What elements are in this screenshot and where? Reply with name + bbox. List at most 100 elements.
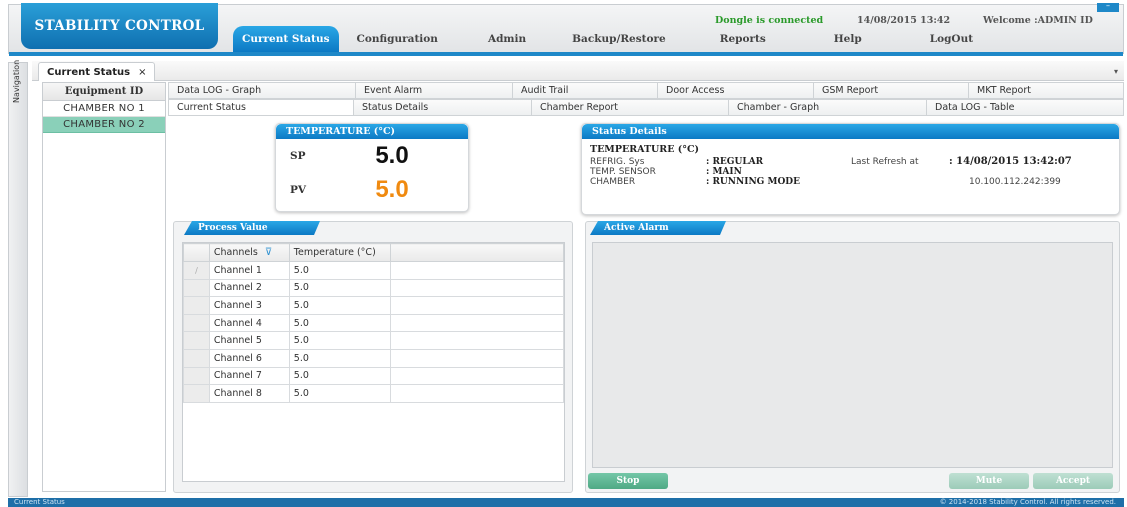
nav-help[interactable]: Help (826, 26, 870, 52)
channel-cell: Channel 2 (208, 278, 290, 298)
status-value-chamber: : RUNNING MODE (706, 177, 800, 187)
tab-current-status[interactable]: Current Status (168, 99, 354, 116)
doc-tab-label: Current Status (47, 66, 131, 78)
navigation-strip[interactable]: Navigation (8, 59, 28, 497)
stop-button[interactable]: Stop (588, 473, 668, 489)
sp-row: SP 5.0 (276, 139, 468, 173)
pv-row: PV 5.0 (276, 173, 468, 207)
temperature-title: TEMPERATURE (°C) (276, 124, 468, 139)
channel-cell: Channel 5 (208, 331, 290, 350)
last-refresh-value: : 14/08/2015 13:42:07 (949, 156, 1072, 167)
nav-admin[interactable]: Admin (480, 26, 534, 52)
header-accent-strip (9, 52, 1123, 56)
sp-label: SP (290, 150, 306, 162)
tab-mkt-report[interactable]: MKT Report (969, 82, 1124, 99)
equipment-item-chamber-2[interactable]: CHAMBER NO 2 (43, 117, 165, 133)
filter-icon[interactable]: ⊽ (265, 247, 272, 258)
table-row[interactable]: Channel 4 5.0 (183, 313, 565, 333)
pv-label: PV (290, 184, 307, 196)
status-key-chamber: CHAMBER (590, 177, 636, 187)
table-row[interactable]: Channel 2 5.0 (183, 278, 565, 298)
equipment-item-chamber-1[interactable]: CHAMBER NO 1 (43, 101, 165, 117)
table-row[interactable]: Channel 7 5.0 (183, 366, 565, 386)
status-details-card: Status Details TEMPERATURE (°C) REFRIG. … (581, 123, 1120, 215)
pv-value: 5.0 (375, 176, 409, 203)
column-header-empty (389, 243, 565, 262)
equipment-header: Equipment ID (43, 83, 165, 101)
status-details-title: Status Details (582, 124, 1119, 139)
temperature-cell: 5.0 (288, 366, 391, 386)
welcome-user: Welcome :ADMIN ID (983, 15, 1093, 26)
nav-logout[interactable]: LogOut (922, 26, 981, 52)
temperature-cell: 5.0 (288, 296, 391, 315)
app-logo: STABILITY CONTROL (21, 3, 218, 49)
status-section-title: TEMPERATURE (°C) (590, 144, 700, 155)
header-datetime: 14/08/2015 13:42 (857, 15, 951, 26)
row-indicator-icon: ∕ (183, 261, 210, 280)
status-key-refrig: REFRIG. Sys (590, 157, 645, 167)
active-alarm-title: Active Alarm (590, 221, 726, 235)
temperature-cell: 5.0 (288, 313, 391, 333)
temperature-cell: 5.0 (288, 348, 391, 368)
status-bar: Current Status © 2014-2018 Stability Con… (8, 498, 1124, 507)
accept-button[interactable]: Accept (1033, 473, 1113, 489)
column-header-temperature[interactable]: Temperature (°C) (288, 243, 391, 262)
temperature-cell: 5.0 (288, 384, 391, 403)
channel-cell: Channel 1 (208, 261, 290, 280)
channel-cell: Channel 6 (208, 348, 290, 368)
nav-reports[interactable]: Reports (712, 26, 774, 52)
table-row[interactable]: Channel 5 5.0 (183, 331, 565, 350)
channel-cell: Channel 3 (208, 296, 290, 315)
tab-chamber-graph[interactable]: Chamber - Graph (729, 99, 927, 116)
channel-cell: Channel 7 (208, 366, 290, 386)
tab-audit-trail[interactable]: Audit Trail (513, 82, 658, 99)
sp-value: 5.0 (375, 142, 409, 169)
document-tabbar: Current Status × ▾ (32, 61, 1124, 81)
navigation-label: Navigation (12, 59, 21, 103)
nav-backup-restore[interactable]: Backup/Restore (564, 26, 674, 52)
status-key-sensor: TEMP. SENSOR (590, 167, 656, 177)
main-content: TEMPERATURE (°C) SP 5.0 PV 5.0 Status De… (168, 117, 1124, 497)
temperature-cell: 5.0 (288, 261, 391, 280)
last-refresh-label: Last Refresh at (851, 157, 919, 167)
copyright-text: © 2014-2018 Stability Control. All right… (939, 498, 1116, 506)
tab-door-access[interactable]: Door Access (658, 82, 814, 99)
temperature-cell: 5.0 (288, 331, 391, 350)
nav-current-status[interactable]: Current Status (233, 26, 339, 52)
minimize-button[interactable]: – (1097, 2, 1119, 12)
close-icon[interactable]: × (138, 67, 146, 78)
dongle-status: Dongle is connected (715, 15, 824, 26)
chamber-ip-address: 10.100.112.242:399 (969, 177, 1061, 187)
process-value-title: Process Value (184, 221, 320, 235)
doc-tab-current-status[interactable]: Current Status × (38, 62, 156, 81)
tab-data-log-graph[interactable]: Data LOG - Graph (168, 82, 356, 99)
table-header-row: Channels ⊽ Temperature (°C) (183, 243, 565, 262)
status-value-refrig: : REGULAR (706, 157, 764, 167)
nav-configuration[interactable]: Configuration (349, 26, 446, 52)
process-value-panel: Process Value Channels ⊽ Temperature (°C… (173, 221, 573, 493)
top-navigation: Current Status Configuration Admin Backu… (233, 26, 981, 52)
tab-event-alarm[interactable]: Event Alarm (356, 82, 513, 99)
tab-status-details[interactable]: Status Details (354, 99, 532, 116)
process-value-grid: Channels ⊽ Temperature (°C) ∕ Channel 1 … (182, 242, 565, 482)
tab-data-log-table[interactable]: Data LOG - Table (927, 99, 1124, 116)
row-indicator-header (183, 243, 210, 262)
tab-chamber-report[interactable]: Chamber Report (532, 99, 729, 116)
equipment-panel: Equipment ID CHAMBER NO 1 CHAMBER NO 2 (42, 82, 166, 492)
alarm-list[interactable] (592, 242, 1113, 468)
table-row[interactable]: Channel 6 5.0 (183, 348, 565, 368)
mute-button[interactable]: Mute (949, 473, 1029, 489)
channel-cell: Channel 8 (208, 384, 290, 403)
active-alarm-panel: Active Alarm Stop Mute Accept (585, 221, 1120, 493)
status-bar-left: Current Status (14, 498, 65, 506)
tab-gsm-report[interactable]: GSM Report (814, 82, 969, 99)
column-header-channels[interactable]: Channels ⊽ (208, 243, 290, 262)
app-header: STABILITY CONTROL Current Status Configu… (8, 2, 1124, 56)
temperature-cell: 5.0 (288, 278, 391, 298)
table-row[interactable]: ∕ Channel 1 5.0 (183, 261, 565, 280)
table-row[interactable]: Channel 3 5.0 (183, 296, 565, 315)
status-value-sensor: : MAIN (706, 167, 742, 177)
chevron-down-icon[interactable]: ▾ (1114, 67, 1118, 76)
channel-cell: Channel 4 (208, 313, 290, 333)
table-row[interactable]: Channel 8 5.0 (183, 384, 565, 403)
